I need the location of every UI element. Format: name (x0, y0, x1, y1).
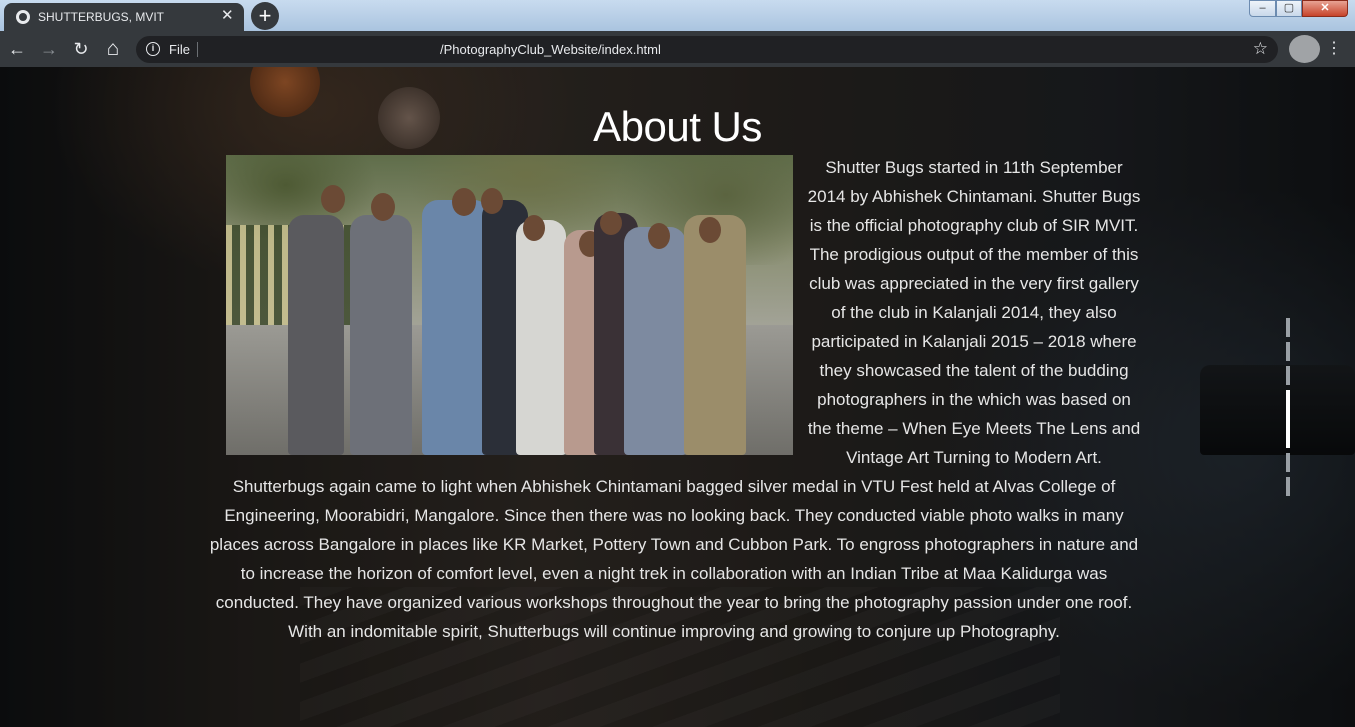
section-nav-dot[interactable] (1286, 453, 1290, 472)
close-window-button[interactable]: ✕ (1302, 0, 1348, 17)
back-icon[interactable]: ← (5, 37, 29, 61)
page-title: About Us (593, 103, 762, 150)
about-closing-paragraph: With an indomitable spirit, Shutterbugs … (288, 622, 1060, 641)
page-viewport: About Us Shutter Bugs started in 11th Se… (0, 67, 1355, 727)
minimize-button[interactable]: – (1249, 0, 1276, 17)
section-nav-dot[interactable] (1286, 390, 1290, 448)
menu-icon[interactable]: ⋮ (1326, 37, 1342, 61)
forward-icon[interactable]: → (37, 37, 61, 61)
reload-icon[interactable]: ↻ (69, 37, 93, 61)
maximize-button[interactable]: ▢ (1276, 0, 1302, 17)
url-text[interactable]: /PhotographyClub_Website/index.html (440, 42, 661, 57)
section-nav-dot[interactable] (1286, 477, 1290, 496)
tab-strip: SHUTTERBUGS, MVIT ✕ + – ▢ ✕ (0, 0, 1355, 31)
section-nav-dot[interactable] (1286, 366, 1290, 385)
photo-text-wrap-spacer (206, 153, 806, 459)
browser-tab[interactable]: SHUTTERBUGS, MVIT ✕ (4, 3, 244, 31)
profile-avatar[interactable] (1289, 35, 1320, 63)
section-nav-indicator[interactable] (1286, 318, 1290, 501)
info-icon[interactable]: i (146, 42, 160, 56)
section-nav-dot[interactable] (1286, 318, 1290, 337)
new-tab-button[interactable]: + (251, 2, 279, 30)
about-description: Shutter Bugs started in 11th September 2… (206, 153, 1142, 646)
tab-title: SHUTTERBUGS, MVIT (38, 10, 165, 24)
home-icon[interactable]: ⌂ (101, 37, 125, 61)
globe-icon (16, 10, 30, 24)
address-bar[interactable]: i File /PhotographyClub_Website/index.ht… (136, 36, 1278, 63)
bookmark-star-icon[interactable]: ☆ (1253, 39, 1268, 59)
url-scheme: File (169, 42, 190, 57)
section-nav-dot[interactable] (1286, 342, 1290, 361)
browser-toolbar: ← → ↻ ⌂ i File /PhotographyClub_Website/… (0, 31, 1355, 67)
divider (197, 42, 198, 57)
close-tab-icon[interactable]: ✕ (221, 7, 234, 25)
